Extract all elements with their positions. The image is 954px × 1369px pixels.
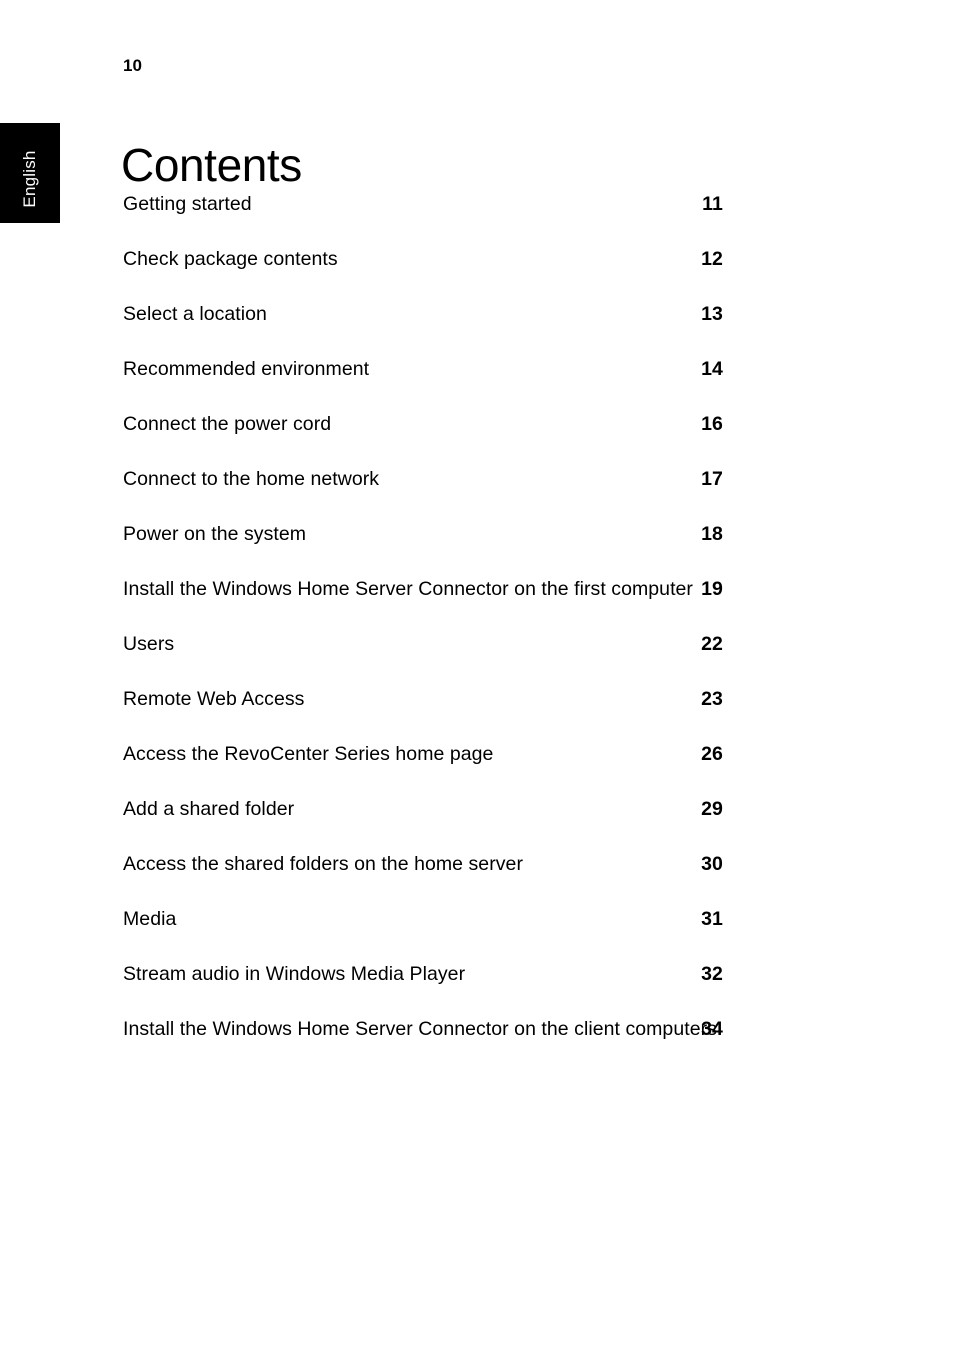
toc-entry-page-number: 29 [701,798,723,820]
toc-entry-page-number: 23 [701,688,723,710]
toc-entry-page-number: 14 [701,358,723,380]
toc-entry[interactable]: Select a location 13 [123,300,723,328]
toc-entry[interactable]: Install the Windows Home Server Connecto… [123,1015,723,1043]
document-page: 10 English Contents Getting started 11 Che… [0,0,954,1369]
toc-entry[interactable]: Connect the power cord 16 [123,410,723,438]
toc-entry-label: Recommended environment [123,358,370,380]
toc-entry[interactable]: Users 22 [123,630,723,658]
language-tab: English [0,123,60,223]
toc-entry-page-number: 22 [701,633,723,655]
toc-entry-label: Check package contents [123,248,338,270]
toc-entry-label: Add a shared folder [123,798,295,820]
toc-entry[interactable]: Add a shared folder 29 [123,795,723,823]
toc-entry-label: Users [123,633,175,655]
toc-entry-label: Remote Web Access [123,688,305,710]
toc-entry-page-number: 31 [701,908,723,930]
toc-entry[interactable]: Check package contents 12 [123,245,723,273]
language-tab-label: English [20,150,39,208]
toc-entry-page-number: 26 [701,743,723,765]
toc-entry-page-number: 11 [702,193,723,215]
toc-entry[interactable]: Getting started 11 [123,190,723,218]
toc-entry[interactable]: Recommended environment 14 [123,355,723,383]
toc-entry-page-number: 17 [701,468,723,490]
toc-entry[interactable]: Media 31 [123,905,723,933]
toc-entry-label: Stream audio in Windows Media Player [123,963,466,985]
table-of-contents: Getting started 11 Check package contents 1… [123,190,723,1043]
toc-entry-page-number: 32 [701,963,723,985]
toc-entry-label: Power on the system [123,523,307,545]
page-title: Contents [121,138,302,191]
toc-entry[interactable]: Remote Web Access 23 [123,685,723,713]
toc-entry-label: Access the RevoCenter Series home page [123,743,494,765]
toc-entry-page-number: 30 [701,853,723,875]
toc-entry-label: Install the Windows Home Server Connecto… [123,578,693,600]
toc-entry[interactable]: Access the RevoCenter Series home page 26 [123,740,723,768]
toc-entry-label: Connect the power cord [123,413,332,435]
toc-entry[interactable]: Power on the system 18 [123,520,723,548]
toc-entry-label: Install the Windows Home Server Connecto… [123,1018,717,1040]
toc-entry-page-number: 12 [701,248,723,270]
toc-entry-page-number: 16 [701,413,723,435]
page-number-folio: 10 [123,56,143,75]
toc-entry-page-number: 18 [701,523,723,545]
toc-entry[interactable]: Stream audio in Windows Media Player 32 [123,960,723,988]
toc-entry-page-number: 34 [701,1018,723,1040]
toc-entry[interactable]: Connect to the home network 17 [123,465,723,493]
toc-entry[interactable]: Access the shared folders on the home se… [123,850,723,878]
toc-entry-page-number: 19 [701,578,723,600]
toc-entry-label: Select a location [123,303,267,325]
toc-entry-label: Connect to the home network [123,468,380,490]
toc-entry-label: Media [123,908,177,930]
toc-entry-label: Getting started [123,193,252,215]
toc-entry[interactable]: Install the Windows Home Server Connecto… [123,575,723,603]
toc-entry-page-number: 13 [701,303,723,325]
toc-entry-label: Access the shared folders on the home se… [123,853,523,875]
